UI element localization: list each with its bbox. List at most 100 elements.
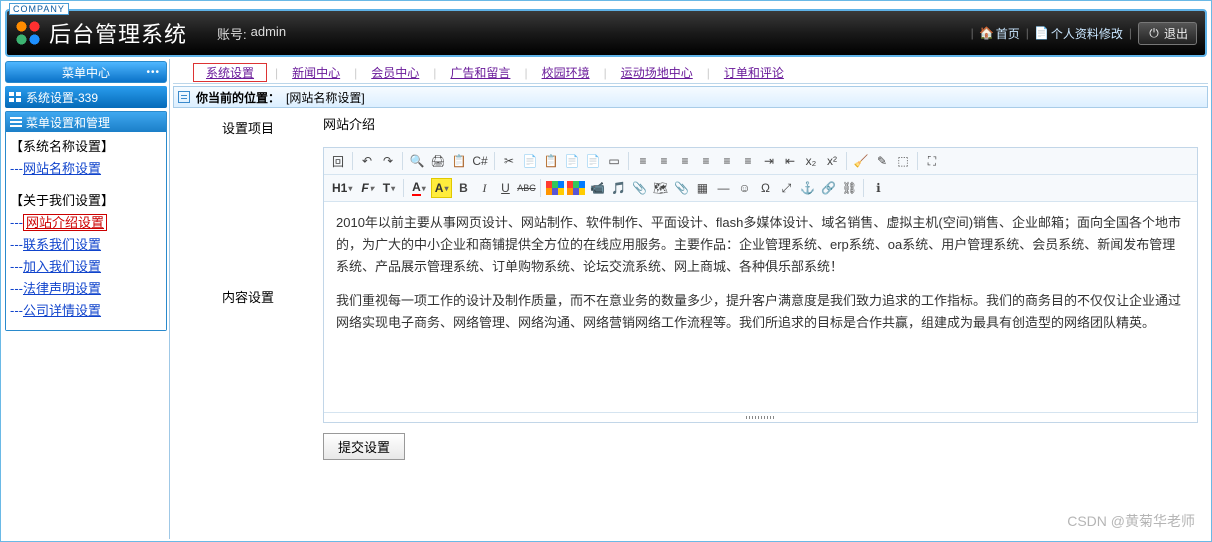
justifyleft-button[interactable]: ≡ xyxy=(633,151,653,171)
code-button[interactable]: C# xyxy=(470,151,490,171)
editor-content[interactable]: 2010年以前主要从事网页设计、网站制作、软件制作、平面设计、flash多媒体设… xyxy=(324,202,1197,412)
account-display: 账号: admin xyxy=(217,24,286,43)
image-icon xyxy=(546,181,564,195)
superscript-button[interactable]: x² xyxy=(822,151,842,171)
watermark: CSDN @黄菊华老师 xyxy=(1067,511,1195,531)
justifyfull-button[interactable]: ≡ xyxy=(696,151,716,171)
sidebar-group-aboutus: 【关于我们设置】 xyxy=(10,190,162,212)
copy-button[interactable]: 📄 xyxy=(520,151,540,171)
pagebreak-button[interactable]: ⤢ xyxy=(776,178,796,198)
emoticons-button[interactable]: ☺ xyxy=(734,178,754,198)
sidebar-box-header[interactable]: 菜单设置和管理 xyxy=(6,112,166,132)
underline-button[interactable]: U xyxy=(495,178,515,198)
title-bar: 后台管理系统 账号: admin | 🏠首页 | 📄个人资料修改 | ⏻退出 xyxy=(5,9,1207,57)
outdent-button[interactable]: ⇤ xyxy=(780,151,800,171)
sidebar: 菜单中心••• 系统设置-339 菜单设置和管理 【系统名称设置】 ---网站名… xyxy=(1,59,169,539)
tab-member[interactable]: 会员中心 xyxy=(365,64,425,81)
tab-ads[interactable]: 广告和留言 xyxy=(444,64,516,81)
sidebar-group-systemname: 【系统名称设置】 xyxy=(10,136,162,158)
submit-button[interactable]: 提交设置 xyxy=(323,433,405,460)
home-icon: 🏠 xyxy=(980,26,994,40)
breadcrumb-label: 你当前的位置： xyxy=(196,89,280,106)
fullscreen-button[interactable]: ⛶ xyxy=(922,151,942,171)
preview-button[interactable]: 🔍 xyxy=(407,151,427,171)
editor-toolbar-row2: H1▾ F▾ T▾ A▾ A▾ B I U ABC 📹 🎵 📎 🗺 📎 ▦ — xyxy=(324,175,1197,202)
value-setting-item: 网站介绍 xyxy=(323,114,1198,137)
indent-button[interactable]: ⇥ xyxy=(759,151,779,171)
tab-sports[interactable]: 运动场地中心 xyxy=(615,64,699,81)
fontfamily-dropdown[interactable]: F▾ xyxy=(357,178,377,198)
map-button[interactable]: 🗺 xyxy=(650,178,670,198)
sep: | xyxy=(1024,26,1031,40)
tab-campus[interactable]: 校园环境 xyxy=(536,64,596,81)
removeformat-button[interactable]: 🧹 xyxy=(851,151,871,171)
profile-icon: 📄 xyxy=(1035,26,1049,40)
bold-button[interactable]: B xyxy=(453,178,473,198)
sidebar-item-sitename[interactable]: 网站名称设置 xyxy=(23,161,101,176)
link-button[interactable]: 🔗 xyxy=(818,178,838,198)
sidebar-item-siteintro[interactable]: 网站介绍设置 xyxy=(23,214,107,231)
breadcrumb-value: [网站名称设置] xyxy=(286,89,365,106)
pasteplain-button[interactable]: 📄 xyxy=(562,151,582,171)
quickformat-button[interactable]: ✎ xyxy=(872,151,892,171)
italic-button[interactable]: I xyxy=(474,178,494,198)
content-para-1: 2010年以前主要从事网页设计、网站制作、软件制作、平面设计、flash多媒体设… xyxy=(336,212,1185,278)
editor-toolbar-row1: 回 ↶ ↷ 🔍 🖨 📋 C# ✂ 📄 📋 📄 📄 ▭ ≡ ≡ ≡ xyxy=(324,148,1197,175)
flash-button[interactable]: 📹 xyxy=(587,178,607,198)
print-button[interactable]: 🖨 xyxy=(428,151,448,171)
tab-system[interactable]: 系统设置 xyxy=(200,66,260,80)
strikethrough-button[interactable]: ABC xyxy=(516,178,536,198)
backcolor-dropdown[interactable]: A▾ xyxy=(431,178,453,198)
insertfile-button[interactable]: 📎 xyxy=(629,178,649,198)
power-icon: ⏻ xyxy=(1147,26,1161,40)
tab-orders[interactable]: 订单和评论 xyxy=(718,64,790,81)
tab-news[interactable]: 新闻中心 xyxy=(286,64,346,81)
specialchar-button[interactable]: Ω xyxy=(755,178,775,198)
heading-dropdown[interactable]: H1▾ xyxy=(328,178,356,198)
fontsize-dropdown[interactable]: T▾ xyxy=(379,178,399,198)
logout-button[interactable]: ⏻退出 xyxy=(1138,22,1197,45)
paste-button[interactable]: 📋 xyxy=(541,151,561,171)
sidebar-item-legal[interactable]: 法律声明设置 xyxy=(23,281,101,296)
grid-icon xyxy=(9,92,21,102)
about-button[interactable]: ℹ xyxy=(868,178,888,198)
redo-button[interactable]: ↷ xyxy=(378,151,398,171)
multiimage-button[interactable] xyxy=(566,178,586,198)
top-tabs: 系统设置 |新闻中心 |会员中心 |广告和留言 |校园环境 |运动场地中心 |订… xyxy=(173,62,1208,84)
image-button[interactable] xyxy=(545,178,565,198)
account-label: 账号: xyxy=(217,24,247,43)
cut-button[interactable]: ✂ xyxy=(499,151,519,171)
image-multi-icon xyxy=(567,181,585,195)
hr-button[interactable]: — xyxy=(713,178,733,198)
breadcrumb: 你当前的位置： [网站名称设置] xyxy=(173,86,1208,108)
subscript-button[interactable]: x₂ xyxy=(801,151,821,171)
profile-link[interactable]: 📄个人资料修改 xyxy=(1035,25,1123,42)
content-para-2: 我们重视每一项工作的设计及制作质量，而不在意业务的数量多少，提升客户满意度是我们… xyxy=(336,290,1185,334)
sidebar-item-companydetail[interactable]: 公司详情设置 xyxy=(23,303,101,318)
justifycenter-button[interactable]: ≡ xyxy=(654,151,674,171)
unlink-button[interactable]: ⛓ xyxy=(839,178,859,198)
undo-button[interactable]: ↶ xyxy=(357,151,377,171)
media-button[interactable]: 🎵 xyxy=(608,178,628,198)
template-button[interactable]: 📋 xyxy=(449,151,469,171)
unorderedlist-button[interactable]: ≡ xyxy=(738,151,758,171)
label-setting-item: 设置项目 xyxy=(173,114,323,137)
anchor-button[interactable]: ⚓ xyxy=(797,178,817,198)
justifyright-button[interactable]: ≡ xyxy=(675,151,695,171)
selectarrow-button[interactable]: ⬚ xyxy=(893,151,913,171)
sidebar-item-joinus[interactable]: 加入我们设置 xyxy=(23,259,101,274)
pasteword-button[interactable]: 📄 xyxy=(583,151,603,171)
selectall-button[interactable]: ▭ xyxy=(604,151,624,171)
sidebar-item-contactus[interactable]: 联系我们设置 xyxy=(23,237,101,252)
home-link[interactable]: 🏠首页 xyxy=(980,25,1020,42)
sidebar-section-system[interactable]: 系统设置-339 xyxy=(5,86,167,108)
menu-dots-icon[interactable]: ••• xyxy=(146,67,160,78)
source-button[interactable]: 回 xyxy=(328,151,348,171)
forecolor-dropdown[interactable]: A▾ xyxy=(408,178,430,198)
orderedlist-button[interactable]: ≡ xyxy=(717,151,737,171)
table-button[interactable]: ▦ xyxy=(692,178,712,198)
menu-center-header[interactable]: 菜单中心••• xyxy=(5,61,167,83)
sep: | xyxy=(969,26,976,40)
attachment-button[interactable]: 📎 xyxy=(671,178,691,198)
editor-resize-handle[interactable] xyxy=(324,412,1197,422)
